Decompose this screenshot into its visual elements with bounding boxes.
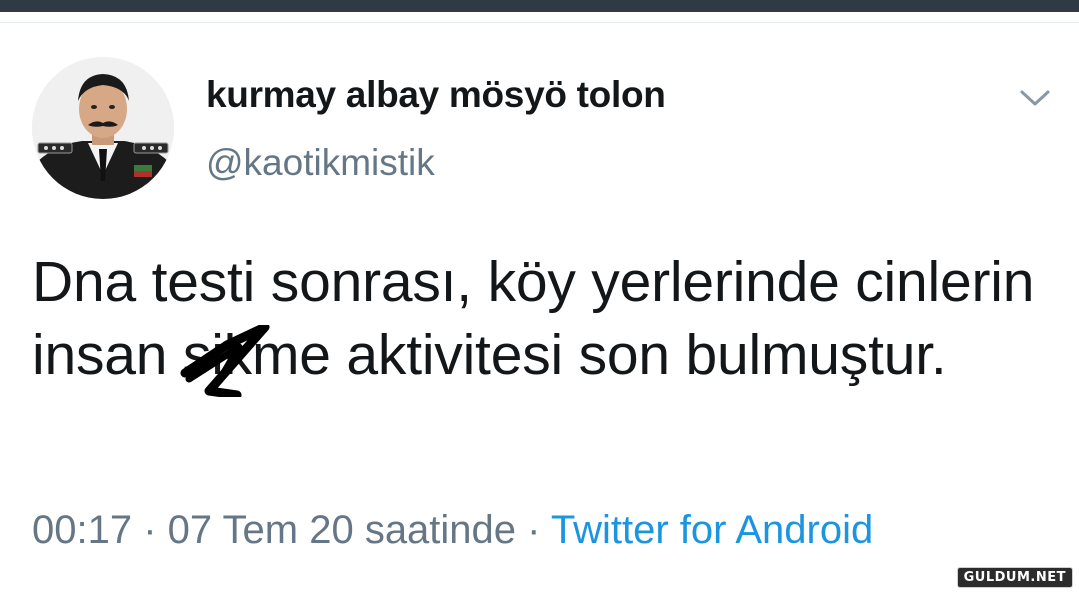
- display-name[interactable]: kurmay albay mösyö tolon: [206, 74, 666, 116]
- watermark-logo: GULDUM.NET: [956, 567, 1073, 588]
- tweet-text-part2: kme aktivitesi son bulmuştur.: [223, 323, 947, 387]
- source-link[interactable]: Twitter for Android: [551, 508, 873, 552]
- tweet-meta: 00:17 · 07 Tem 20 saatinde · Twitter for…: [32, 508, 873, 553]
- user-handle[interactable]: @kaotikmistik: [206, 142, 435, 184]
- top-bar: [0, 0, 1079, 12]
- avatar[interactable]: [32, 57, 174, 199]
- timestamp[interactable]: 00:17 · 07 Tem 20 saatinde ·: [32, 508, 551, 552]
- censored-word: si: [180, 319, 270, 397]
- divider: [0, 22, 1079, 23]
- tweet-screenshot: kurmay albay mösyö tolon @kaotikmistik D…: [0, 0, 1079, 594]
- chevron-down-icon[interactable]: [1016, 84, 1054, 110]
- tweet-text: Dna testi sonrası, köy yerlerinde cinler…: [32, 246, 1062, 397]
- tweet-text-censored: si: [182, 323, 224, 387]
- avatar-image: [32, 57, 174, 199]
